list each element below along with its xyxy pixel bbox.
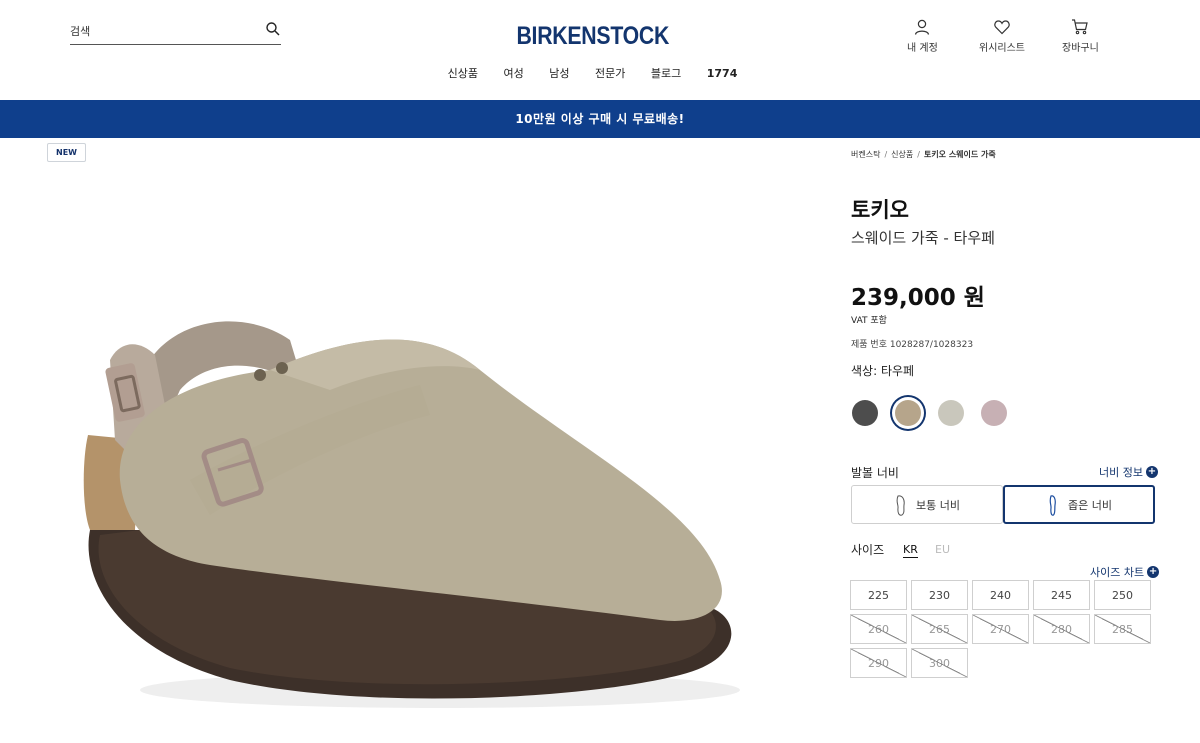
width-narrow-button[interactable]: 좁은 너비: [1003, 485, 1155, 524]
color-label: 색상: 타우페: [851, 364, 915, 378]
account-label: 내 계정: [907, 43, 938, 54]
product-title: 토키오: [851, 198, 909, 222]
width-info-link[interactable]: 너비 정보 +: [1099, 464, 1158, 480]
size-option[interactable]: 240: [972, 580, 1029, 610]
color-swatches: [852, 400, 1007, 426]
product-price: 239,000 원: [851, 285, 985, 311]
color-swatch-0[interactable]: [852, 400, 878, 426]
nav-professional[interactable]: 전문가: [595, 65, 625, 81]
width-info-label: 너비 정보: [1099, 466, 1143, 479]
plus-icon: +: [1145, 466, 1158, 478]
size-option[interactable]: 260: [850, 614, 907, 644]
product-image[interactable]: [60, 280, 760, 720]
product-number: 제품 번호 1028287/1028323: [851, 340, 974, 350]
new-badge: NEW: [47, 143, 86, 162]
color-swatch-1[interactable]: [895, 400, 921, 426]
size-option[interactable]: 245: [1033, 580, 1090, 610]
nav-new[interactable]: 신상품: [448, 65, 478, 81]
breadcrumb: 버켄스탁 / 신상품 / 토키오 스웨이드 가죽: [851, 150, 996, 159]
site-header: BIRKENSTOCK 신상품 여성 남성 전문가 블로그 1774 내 계정 …: [0, 0, 1200, 100]
product-subtitle: 스웨이드 가죽 - 타우페: [851, 229, 995, 247]
size-option[interactable]: 250: [1094, 580, 1151, 610]
size-option[interactable]: 285: [1094, 614, 1151, 644]
regular-foot-icon: [896, 494, 905, 516]
nav-men[interactable]: 남성: [549, 65, 569, 81]
wishlist-label: 위시리스트: [979, 43, 1025, 54]
size-tab-eu[interactable]: EU: [935, 543, 950, 556]
size-chart-link[interactable]: 사이즈 차트 +: [1090, 564, 1160, 580]
size-option[interactable]: 230: [911, 580, 968, 610]
width-regular-label: 보통 너비: [916, 498, 960, 512]
color-swatch-3[interactable]: [981, 400, 1007, 426]
breadcrumb-home[interactable]: 버켄스탁: [851, 150, 880, 159]
cart-icon: [1072, 19, 1089, 35]
promo-banner[interactable]: 10만원 이상 구매 시 무료배송!: [0, 100, 1200, 138]
size-grid: 225 230 240 245 250 260 265 270 280 285 …: [850, 580, 1151, 678]
narrow-foot-icon: [1049, 494, 1056, 516]
size-option[interactable]: 265: [911, 614, 968, 644]
heart-icon: [994, 20, 1010, 35]
breadcrumb-current: 토키오 스웨이드 가죽: [923, 150, 996, 159]
size-tab-kr[interactable]: KR: [903, 543, 918, 558]
breadcrumb-new[interactable]: 신상품: [891, 150, 913, 159]
nav-blog[interactable]: 블로그: [651, 65, 681, 81]
size-option[interactable]: 290: [850, 648, 907, 678]
size-chart-label: 사이즈 차트: [1090, 566, 1145, 579]
size-label: 사이즈: [851, 543, 885, 557]
nav-1774[interactable]: 1774: [707, 67, 738, 80]
plus-icon: +: [1147, 566, 1160, 578]
cart-label: 장바구니: [1062, 43, 1099, 54]
size-option[interactable]: 300: [911, 648, 968, 678]
color-swatch-2[interactable]: [938, 400, 964, 426]
wishlist-link[interactable]: 위시리스트: [979, 18, 1025, 54]
size-option[interactable]: 270: [972, 614, 1029, 644]
main-nav: 신상품 여성 남성 전문가 블로그 1774: [0, 65, 1185, 81]
cart-link[interactable]: 장바구니: [1062, 18, 1099, 54]
width-regular-button[interactable]: 보통 너비: [851, 485, 1003, 524]
vat-note: VAT 포함: [851, 316, 887, 326]
size-option[interactable]: 225: [850, 580, 907, 610]
size-option[interactable]: 280: [1033, 614, 1090, 644]
nav-women[interactable]: 여성: [504, 65, 524, 81]
width-label: 발볼 너비: [851, 466, 899, 480]
account-link[interactable]: 내 계정: [907, 18, 938, 54]
width-narrow-label: 좁은 너비: [1068, 498, 1112, 512]
user-icon: [915, 19, 930, 35]
